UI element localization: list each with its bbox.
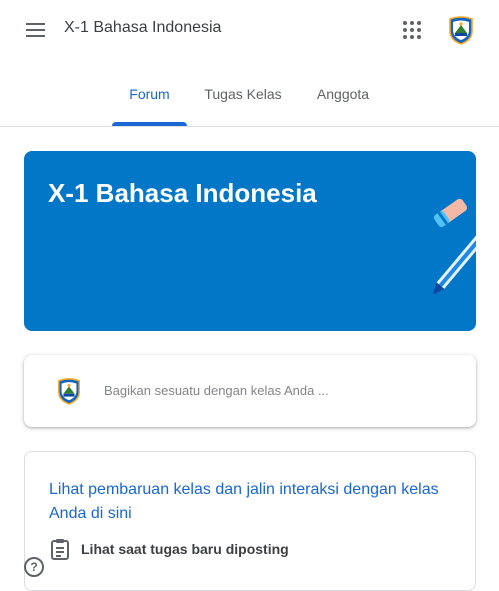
apps-grid-icon[interactable]: [398, 16, 426, 44]
class-tabs: Forum Tugas Kelas Anggota: [0, 62, 499, 127]
class-title[interactable]: X-1 Bahasa Indonesia: [64, 19, 221, 37]
class-banner: X-1 Bahasa Indonesia: [24, 151, 476, 331]
tab-forum[interactable]: Forum: [112, 62, 187, 126]
avatar[interactable]: [447, 15, 475, 45]
tab-anggota[interactable]: Anggota: [304, 62, 382, 126]
top-app-bar: X-1 Bahasa Indonesia: [0, 0, 499, 62]
assignment-icon: [51, 539, 69, 560]
avatar: [58, 378, 80, 405]
pencil-icon: [432, 198, 476, 295]
tab-anggota-label: Anggota: [316, 86, 370, 102]
info-item-label: Lihat saat tugas baru diposting: [81, 541, 289, 557]
banner-title[interactable]: X-1 Bahasa Indonesia: [48, 178, 317, 209]
info-card-text: Lihat pembaruan kelas dan jalin interaks…: [49, 481, 439, 522]
menu-icon[interactable]: [20, 14, 52, 46]
tab-tugas-kelas[interactable]: Tugas Kelas: [196, 62, 290, 126]
tab-tugas-kelas-label: Tugas Kelas: [204, 86, 282, 102]
tab-forum-label: Forum: [129, 86, 170, 102]
help-icon[interactable]: ?: [23, 556, 45, 578]
share-placeholder[interactable]: Bagikan sesuatu dengan kelas Anda ...: [104, 383, 329, 398]
active-tab-indicator: [112, 122, 187, 126]
share-post-box[interactable]: Bagikan sesuatu dengan kelas Anda ...: [24, 355, 476, 427]
svg-text:?: ?: [30, 560, 37, 574]
info-card: Lihat pembaruan kelas dan jalin interaks…: [24, 451, 476, 591]
